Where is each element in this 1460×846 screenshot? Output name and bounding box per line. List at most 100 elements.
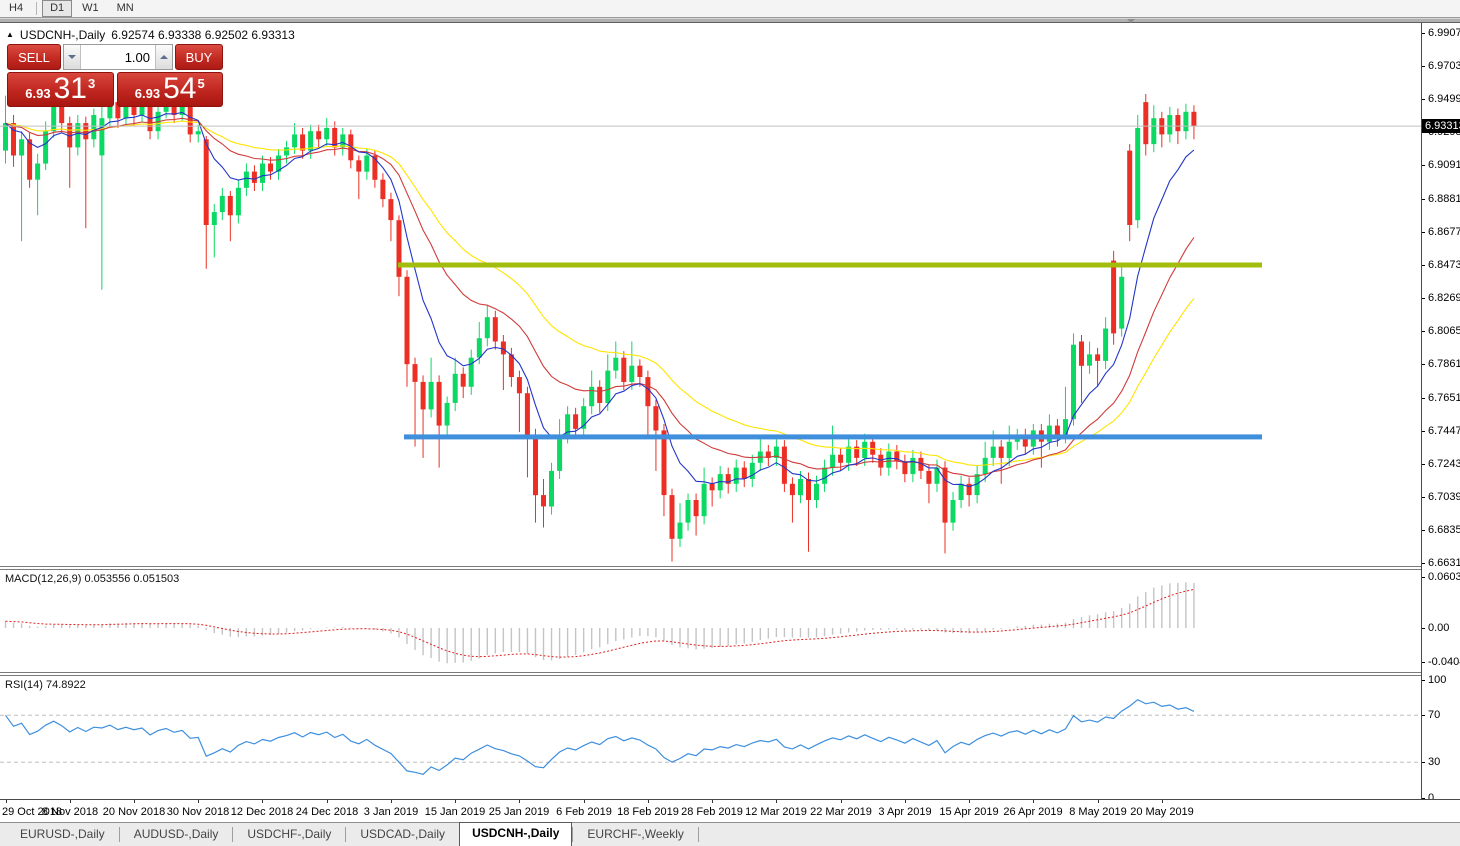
date-tick <box>1098 800 1099 803</box>
price-axis-label: 6.74470 <box>1428 425 1460 437</box>
date-tick <box>262 800 263 803</box>
sell-price-main: 31 <box>53 72 87 105</box>
chart-tab-audusd-daily[interactable]: AUDUSD-,Daily <box>120 824 233 846</box>
buy-price-button[interactable]: 6.93 54 5 <box>116 72 223 107</box>
rsi-axis-label: 100 <box>1428 674 1447 686</box>
macd-axis-label: -0.040415 <box>1428 656 1460 668</box>
rsi-axis-label: 70 <box>1428 709 1441 721</box>
price-axis-label: 6.90910 <box>1428 159 1460 171</box>
price-axis-label-tick <box>1422 33 1425 34</box>
price-axis-label: 6.94990 <box>1428 93 1460 105</box>
date-axis-label: 22 Mar 2019 <box>810 806 872 818</box>
date-axis-label: 12 Dec 2018 <box>230 806 294 818</box>
date-tick <box>648 800 649 803</box>
date-tick <box>134 800 135 803</box>
date-axis-label: 15 Jan 2019 <box>424 806 486 818</box>
triangle-up-icon <box>160 55 168 59</box>
rsi-axis-label-tick <box>1422 680 1425 681</box>
volume-decrease-button[interactable] <box>64 45 81 69</box>
sell-button[interactable]: SELL <box>7 44 61 70</box>
tab-separator <box>697 827 699 842</box>
macd-axis-label-tick <box>1422 577 1425 578</box>
buy-button[interactable]: BUY <box>175 44 223 70</box>
buy-price-main: 54 <box>163 72 197 105</box>
date-tick <box>712 800 713 803</box>
sell-price-button[interactable]: 6.93 31 3 <box>7 72 114 107</box>
rsi-axis-label-tick <box>1422 762 1425 763</box>
date-tick <box>391 800 392 803</box>
volume-increase-button[interactable] <box>155 45 172 69</box>
toolbar-separator <box>36 2 38 15</box>
macd-axis-label-tick <box>1422 628 1425 629</box>
date-axis-label: 8 May 2019 <box>1069 806 1127 818</box>
price-axis-label-tick <box>1422 530 1425 531</box>
mt4-window: H4 D1 W1 MN ▲ USDCNH-,Daily 6.92574 6.93338… <box>0 0 1460 846</box>
sell-price-pip: 3 <box>87 76 96 91</box>
rsi-chart <box>0 698 1421 775</box>
sell-price-prefix: 6.93 <box>25 86 51 101</box>
date-tick <box>6 800 7 803</box>
price-axis-label: 6.66310 <box>1428 557 1460 569</box>
volume-input[interactable] <box>81 45 155 69</box>
date-tick <box>776 800 777 803</box>
date-axis[interactable]: 29 Oct 2018 8 Nov 2018 20 Nov 2018 30 Nov 2… <box>0 799 1460 822</box>
chart-tab-usdcad-daily[interactable]: USDCAD-,Daily <box>346 824 459 846</box>
price-chart-panel[interactable]: ▲ USDCNH-,Daily 6.92574 6.93338 6.92502 … <box>0 23 1421 566</box>
price-axis-label-tick <box>1422 298 1425 299</box>
volume-spinner <box>63 44 173 70</box>
date-tick <box>519 800 520 803</box>
macd-header: MACD(12,26,9) 0.053556 0.051503 <box>5 573 180 585</box>
buy-price-pip: 5 <box>197 76 205 91</box>
price-axis-label-tick <box>1422 398 1425 399</box>
macd-chart <box>4 582 1195 664</box>
macd-axis-label-tick <box>1422 662 1425 663</box>
price-axis-label-tick <box>1422 99 1425 100</box>
date-axis-label: 18 Feb 2019 <box>617 806 679 818</box>
rsi-header: RSI(14) 74.8922 <box>5 679 86 691</box>
price-axis[interactable]: 6.990706.970306.949906.929506.909106.888… <box>1421 23 1460 804</box>
collapse-arrow-icon[interactable]: ▲ <box>6 30 14 39</box>
rsi-axis-label: 30 <box>1428 756 1441 768</box>
chart-tab-usdchf-daily[interactable]: USDCHF-,Daily <box>233 824 345 846</box>
timeframe-toolbar: H4 D1 W1 MN <box>0 0 1460 18</box>
price-axis-label-tick <box>1422 66 1425 67</box>
date-tick <box>327 800 328 803</box>
timeframe-button-mn[interactable]: MN <box>109 0 142 17</box>
current-price-tag: 6.93313 <box>1422 119 1460 133</box>
date-axis-label: 8 Nov 2018 <box>41 806 99 818</box>
price-axis-label: 6.84730 <box>1428 259 1460 271</box>
date-axis-label: 20 May 2019 <box>1130 806 1194 818</box>
date-tick <box>905 800 906 803</box>
triangle-down-icon <box>68 55 76 59</box>
price-axis-label-tick <box>1422 497 1425 498</box>
price-axis-label: 6.72430 <box>1428 458 1460 470</box>
date-tick <box>70 800 71 803</box>
price-axis-label: 6.80650 <box>1428 325 1460 337</box>
price-axis-label-tick <box>1422 265 1425 266</box>
price-axis-label-tick <box>1422 563 1425 564</box>
price-axis-label: 6.78610 <box>1428 358 1460 370</box>
one-click-trading-widget: SELL BUY 6.93 31 3 6.93 54 5 <box>7 44 223 107</box>
date-tick <box>584 800 585 803</box>
chart-tab-usdcnh-daily[interactable]: USDCNH-,Daily <box>459 822 573 846</box>
timeframe-button-w1[interactable]: W1 <box>74 0 107 17</box>
timeframe-button-h4[interactable]: H4 <box>1 0 31 17</box>
price-axis-label: 6.99070 <box>1428 27 1460 39</box>
price-axis-label: 6.88810 <box>1428 193 1460 205</box>
date-axis-label: 26 Apr 2019 <box>1003 806 1063 818</box>
date-axis-label: 12 Mar 2019 <box>745 806 807 818</box>
date-axis-label: 28 Feb 2019 <box>681 806 743 818</box>
date-tick <box>1162 800 1163 803</box>
price-axis-label: 6.82690 <box>1428 292 1460 304</box>
macd-axis-label: 0.060342 <box>1428 571 1460 583</box>
chart-tab-bar: EURUSD-,Daily AUDUSD-,Daily USDCHF-,Daily U… <box>0 822 1460 846</box>
date-axis-label: 20 Nov 2018 <box>102 806 166 818</box>
chart-tab-eurchf-weekly[interactable]: EURCHF-,Weekly <box>573 824 697 846</box>
timeframe-button-d1[interactable]: D1 <box>42 0 73 17</box>
price-axis-label-tick <box>1422 232 1425 233</box>
chart-tab-eurusd-daily[interactable]: EURUSD-,Daily <box>6 824 119 846</box>
price-axis-label: 6.86770 <box>1428 226 1460 238</box>
date-axis-label: 3 Apr 2019 <box>878 806 932 818</box>
date-axis-label: 6 Feb 2019 <box>556 806 612 818</box>
price-axis-label-tick <box>1422 364 1425 365</box>
